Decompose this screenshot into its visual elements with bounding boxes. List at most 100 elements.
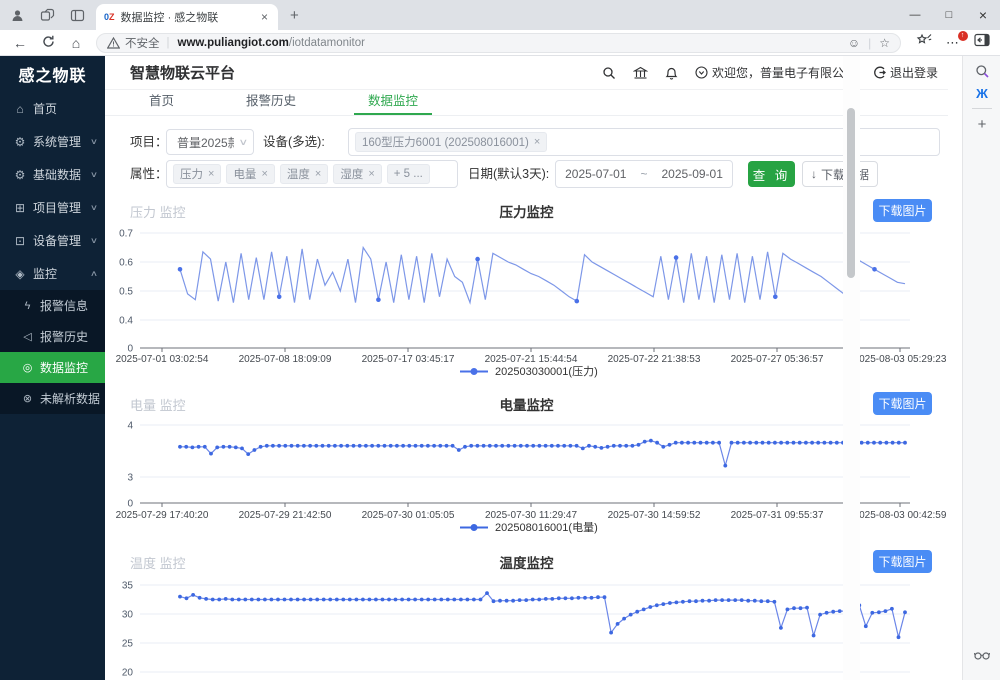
- sidebar-item-project[interactable]: ⊞ 项目管理 ∨: [0, 191, 105, 224]
- chevron-down-icon: ∨: [90, 236, 98, 245]
- sidebar-item-system[interactable]: ⚙ 系统管理 ∨: [0, 125, 105, 158]
- attribute-multiselect[interactable]: 压力× 电量× 温度× 湿度× + 5 ...: [166, 160, 458, 188]
- sidebar-item-basedata[interactable]: ⚙ 基础数据 ∨: [0, 158, 105, 191]
- query-button[interactable]: 查 询: [748, 161, 795, 187]
- pressure-chart-title: 压力监控: [105, 201, 948, 221]
- search-icon[interactable]: [602, 66, 616, 80]
- page-scrollbar: [843, 56, 860, 680]
- battery-chart-title: 电量监控: [105, 394, 948, 414]
- date-label: 日期(默认3天):: [468, 160, 549, 188]
- extension-icon[interactable]: Ж: [963, 86, 1000, 101]
- browser-essentials-icon[interactable]: [963, 648, 1000, 666]
- browser-menu-icon[interactable]: ⋯↑: [946, 35, 960, 51]
- sidebar-item-unparsed-data[interactable]: ⊗ 未解析数据: [0, 383, 105, 414]
- temperature-chart[interactable]: 35302520: [105, 578, 948, 680]
- browser-toolbar: ← ⌂ 不安全 | www.puliangiot.com /iotdatamon…: [0, 30, 1000, 56]
- gear-icon: ⚙: [12, 135, 28, 149]
- tab-home[interactable]: 首页: [135, 90, 188, 115]
- temperature-chart-title: 温度监控: [105, 552, 948, 572]
- attr-more-tag[interactable]: + 5 ...: [387, 164, 430, 184]
- sidebar-toggle-icon[interactable]: [974, 33, 990, 52]
- svg-text:0: 0: [127, 499, 133, 510]
- welcome-user[interactable]: 欢迎您，普量电子有限公司: [695, 64, 856, 81]
- attr-tag-humidity: 湿度×: [333, 164, 381, 184]
- attr-tag-battery: 电量×: [226, 164, 274, 184]
- tab-data-monitor[interactable]: 数据监控: [354, 90, 432, 115]
- remove-tag-icon[interactable]: ×: [368, 168, 374, 180]
- sidebar-item-monitor[interactable]: ◈ 监控 ∧: [0, 257, 105, 290]
- battery-section-header: 电量 监控 电量监控 下载图片: [105, 391, 948, 417]
- project-select[interactable]: 普量2025款4... ∨: [166, 129, 254, 155]
- chevron-up-icon: ∧: [90, 269, 98, 278]
- speaker-icon: ◁: [20, 330, 35, 343]
- date-start: 2025-07-01: [565, 167, 626, 181]
- svg-text:202508016001(电量): 202508016001(电量): [495, 521, 598, 534]
- window-controls: — □ ×: [898, 2, 1000, 28]
- sidebar-item-alarm-history[interactable]: ◁ 报警历史: [0, 321, 105, 352]
- sidebar-monitor-submenu: ϟ 报警信息 ◁ 报警历史 ◎ 数据监控 ⊗ 未解析数据: [0, 290, 105, 414]
- window-minimize-button[interactable]: —: [898, 2, 932, 28]
- svg-text:202503030001(压力): 202503030001(压力): [495, 365, 598, 378]
- workspaces-icon[interactable]: [38, 6, 56, 24]
- gear-icon: ⚙: [12, 168, 28, 182]
- battery-chart[interactable]: 4302025-07-29 17:40:202025-07-29 21:42:5…: [105, 420, 948, 535]
- svg-text:0.7: 0.7: [119, 229, 133, 240]
- tab-alarm-history[interactable]: 报警历史: [232, 90, 310, 115]
- pressure-chart[interactable]: 0.70.60.50.402025-07-01 03:02:542025-07-…: [105, 228, 948, 380]
- url-divider: |: [167, 37, 170, 49]
- svg-text:2025-07-17 03:45:17: 2025-07-17 03:45:17: [362, 354, 455, 365]
- add-icon[interactable]: +: [963, 116, 1000, 133]
- chart-legend[interactable]: 202503030001(压力): [460, 365, 598, 378]
- home-icon[interactable]: ⌂: [62, 35, 90, 51]
- security-warning-icon: [107, 37, 120, 49]
- sidebar-item-alarm-info[interactable]: ϟ 报警信息: [0, 290, 105, 321]
- device-label: 设备(多选):: [263, 128, 325, 156]
- window-maximize-button[interactable]: □: [932, 2, 966, 28]
- feedback-smiley-icon[interactable]: ☺: [848, 36, 860, 50]
- favorites-icon[interactable]: [916, 33, 932, 52]
- svg-text:2025-07-27 05:36:57: 2025-07-27 05:36:57: [731, 354, 824, 365]
- svg-text:2025-07-21 15:44:54: 2025-07-21 15:44:54: [485, 354, 578, 365]
- sidebar-item-device[interactable]: ⊡ 设备管理 ∨: [0, 224, 105, 257]
- app-header: 智慧物联云平台 欢迎您，普量电子有限公司: [105, 56, 948, 90]
- tab-title: 数据监控 · 感之物联: [121, 9, 259, 25]
- date-range-picker[interactable]: 2025-07-01 ~ 2025-09-01: [555, 160, 733, 188]
- sidebar-item-home[interactable]: ⌂ 首页: [0, 92, 105, 125]
- organization-icon[interactable]: [633, 66, 648, 80]
- security-label: 不安全: [125, 35, 160, 51]
- lightning-icon: ϟ: [20, 300, 35, 312]
- tab-close-icon[interactable]: ×: [259, 10, 270, 24]
- strip-divider: [972, 108, 992, 109]
- chevron-down-icon: ∨: [90, 137, 98, 146]
- bell-icon[interactable]: [665, 66, 678, 80]
- remove-tag-icon[interactable]: ×: [261, 168, 267, 180]
- remove-tag-icon[interactable]: ×: [315, 168, 321, 180]
- chevron-down-icon: ∨: [239, 137, 249, 148]
- date-separator: ~: [640, 167, 647, 181]
- address-bar[interactable]: 不安全 | www.puliangiot.com /iotdatamonitor…: [96, 33, 901, 53]
- browser-tab-strip: 0Z 数据监控 · 感之物联 × + — □ ×: [0, 0, 1000, 30]
- browser-tab[interactable]: 0Z 数据监控 · 感之物联 ×: [96, 4, 278, 30]
- bookmark-star-icon[interactable]: ☆: [879, 36, 890, 50]
- home-icon: ⌂: [12, 102, 28, 116]
- window-close-button[interactable]: ×: [966, 2, 1000, 28]
- project-label: 项目：: [130, 128, 168, 156]
- svg-text:0: 0: [127, 344, 133, 355]
- profile-icon[interactable]: [8, 6, 26, 24]
- refresh-icon[interactable]: [34, 35, 62, 51]
- search-icon[interactable]: [963, 64, 1000, 84]
- remove-tag-icon[interactable]: ×: [534, 136, 540, 148]
- chart-legend[interactable]: 202508016001(电量): [460, 521, 598, 534]
- url-path: /iotdatamonitor: [289, 37, 365, 49]
- temperature-section-header: 温度 监控 温度监控 下载图片: [105, 549, 948, 575]
- svg-text:35: 35: [122, 581, 134, 592]
- remove-tag-icon[interactable]: ×: [208, 168, 214, 180]
- app-logo: 感之物联: [0, 56, 105, 92]
- tab-actions-icon[interactable]: [68, 6, 86, 24]
- scrollbar-thumb[interactable]: [847, 108, 855, 278]
- sidebar-item-data-monitor[interactable]: ◎ 数据监控: [0, 352, 105, 383]
- back-icon[interactable]: ←: [6, 35, 34, 51]
- new-tab-button[interactable]: +: [290, 7, 299, 24]
- svg-text:2025-07-30 01:05:05: 2025-07-30 01:05:05: [362, 510, 455, 521]
- attr-tag-temperature: 温度×: [280, 164, 328, 184]
